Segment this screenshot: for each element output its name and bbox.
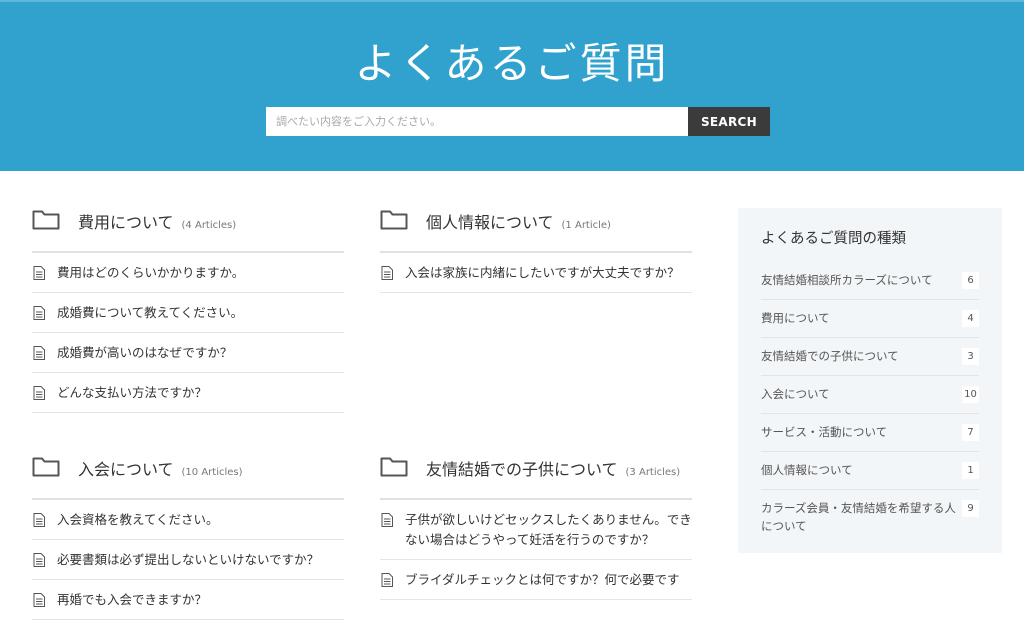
document-icon [381, 513, 393, 527]
category-children: 友情結婚での子供について (3 Articles) 子供が欲しいけどセックスしたく… [380, 454, 692, 600]
document-icon [381, 573, 393, 587]
count-badge: 10 [962, 386, 979, 403]
folder-icon [32, 457, 60, 477]
article-count: (1 Article) [561, 220, 611, 231]
folder-icon [380, 210, 408, 230]
article-list: 入会資格を教えてください。 必要書類は必ず提出しないといけないですか？ 再婚でも… [32, 498, 344, 620]
article-link[interactable]: 子供が欲しいけどセックスしたくありません。できない場合はどうやって妊活を行うので… [380, 500, 692, 560]
article-link[interactable]: 再婚でも入会できますか？ [32, 580, 344, 620]
article-link[interactable]: 入会は家族に内緒にしたいですが大丈夫ですか？ [380, 253, 692, 293]
count-badge: 9 [962, 500, 979, 517]
article-link[interactable]: どんな支払い方法ですか？ [32, 373, 344, 413]
sidebar-category-link[interactable]: 入会について 10 [761, 376, 979, 414]
document-icon [33, 346, 45, 360]
sidebar-category-link[interactable]: 費用について 4 [761, 300, 979, 338]
count-badge: 1 [962, 462, 979, 479]
sidebar-category-link[interactable]: サービス・活動について 7 [761, 414, 979, 452]
category-header: 個人情報について (1 Article) [380, 207, 692, 251]
search-form: SEARCH [266, 107, 770, 136]
folder-icon [32, 210, 60, 230]
category-title-link[interactable]: 個人情報について (1 Article) [426, 209, 611, 233]
document-icon [33, 306, 45, 320]
document-icon [33, 513, 45, 527]
article-link[interactable]: 入会資格を教えてください。 [32, 500, 344, 540]
category-header: 入会について (10 Articles) [32, 454, 344, 498]
count-badge: 6 [962, 272, 979, 289]
category-membership: 入会について (10 Articles) 入会資格を教えてください。 必要書類は必… [32, 454, 344, 620]
sidebar-category-link[interactable]: 個人情報について 1 [761, 452, 979, 490]
article-list: 子供が欲しいけどセックスしたくありません。できない場合はどうやって妊活を行うので… [380, 498, 692, 600]
document-icon [33, 266, 45, 280]
article-list: 入会は家族に内緒にしたいですが大丈夫ですか？ [380, 251, 692, 293]
document-icon [381, 266, 393, 280]
category-title-link[interactable]: 友情結婚での子供について (3 Articles) [426, 456, 680, 480]
page-title: よくあるご質問 [354, 39, 670, 88]
sidebar-category-list: 友情結婚相談所カラーズについて 6 費用について 4 友情結婚での子供について 3 入… [761, 262, 979, 545]
category-title-link[interactable]: 入会について (10 Articles) [78, 456, 243, 480]
category-title-link[interactable]: 費用について (4 Articles) [78, 209, 236, 233]
faq-categories-sidebar: よくあるご質問の種類 友情結婚相談所カラーズについて 6 費用について 4 友情結婚… [738, 208, 1002, 553]
search-input[interactable] [266, 107, 688, 136]
category-header: 友情結婚での子供について (3 Articles) [380, 454, 692, 498]
article-link[interactable]: 成婚費が高いのはなぜですか？ [32, 333, 344, 373]
count-badge: 3 [962, 348, 979, 365]
article-count: (4 Articles) [181, 220, 237, 231]
document-icon [33, 593, 45, 607]
article-link[interactable]: 必要書類は必ず提出しないといけないですか？ [32, 540, 344, 580]
sidebar-category-link[interactable]: 友情結婚相談所カラーズについて 6 [761, 262, 979, 300]
article-count: (3 Articles) [625, 467, 681, 478]
category-header: 費用について (4 Articles) [32, 207, 344, 251]
article-count: (10 Articles) [181, 467, 243, 478]
document-icon [33, 386, 45, 400]
article-link[interactable]: ブライダルチェックとは何ですか？何で必要です [380, 560, 692, 600]
article-link[interactable]: 成婚費について教えてください。 [32, 293, 344, 333]
hero-banner: よくあるご質問 SEARCH [0, 0, 1024, 171]
article-list: 費用はどのくらいかかりますか。 成婚費について教えてください。 成婚費が高いのは… [32, 251, 344, 413]
count-badge: 7 [962, 424, 979, 441]
category-cost: 費用について (4 Articles) 費用はどのくらいかかりますか。 成婚費につ… [32, 207, 344, 413]
count-badge: 4 [962, 310, 979, 327]
document-icon [33, 553, 45, 567]
sidebar-category-link[interactable]: 友情結婚での子供について 3 [761, 338, 979, 376]
search-button[interactable]: SEARCH [688, 107, 770, 136]
sidebar-category-link[interactable]: カラーズ会員・友情結婚を希望する人について 9 [761, 490, 979, 545]
sidebar-title: よくあるご質問の種類 [761, 231, 906, 247]
article-link[interactable]: 費用はどのくらいかかりますか。 [32, 253, 344, 293]
folder-icon [380, 457, 408, 477]
category-privacy: 個人情報について (1 Article) 入会は家族に内緒にしたいですが大丈夫です… [380, 207, 692, 293]
